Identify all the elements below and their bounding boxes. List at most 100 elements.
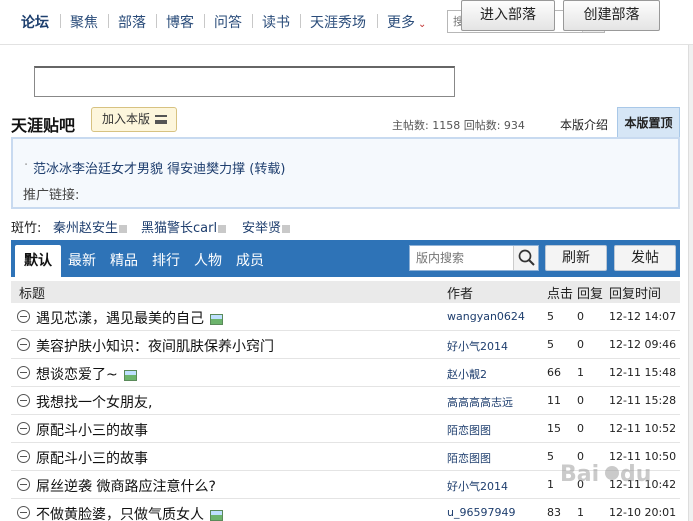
post-replies: 0 bbox=[577, 338, 584, 351]
post-replies: 0 bbox=[577, 394, 584, 407]
post-status-icon bbox=[17, 422, 30, 435]
post-author[interactable]: 陌恋图图 bbox=[447, 422, 491, 438]
moderator-link[interactable]: 黑猫警长carl bbox=[141, 217, 227, 236]
nav-item-blog[interactable]: 博客 bbox=[166, 12, 194, 32]
post-author[interactable]: 好小气2014 bbox=[447, 478, 508, 494]
board-title: 天涯贴吧 bbox=[11, 116, 76, 135]
post-reply-time: 12-12 09:46 bbox=[609, 338, 677, 351]
tab-ranking[interactable]: 排行 bbox=[152, 250, 180, 270]
image-icon bbox=[210, 509, 223, 521]
nav-item-focus[interactable]: 聚焦 bbox=[70, 12, 98, 32]
enter-tribe-button[interactable]: 进入部落 bbox=[461, 0, 555, 31]
column-title: 标题 bbox=[19, 287, 46, 302]
post-title-text: 原配斗小三的故事 bbox=[36, 451, 148, 467]
post-clicks: 11 bbox=[547, 394, 561, 407]
chevron-down-icon: ⌄ bbox=[418, 19, 427, 30]
join-board-button[interactable]: 加入本版 bbox=[91, 107, 177, 132]
nav-separator bbox=[204, 14, 205, 28]
post-author[interactable]: wangyan0624 bbox=[447, 310, 525, 323]
post-reply-time: 12-11 15:48 bbox=[609, 366, 677, 379]
nav-item-qa[interactable]: 问答 bbox=[214, 12, 242, 32]
tab-featured[interactable]: 精品 bbox=[110, 250, 138, 270]
post-author[interactable]: 陌恋图图 bbox=[447, 450, 491, 466]
tab-members[interactable]: 成员 bbox=[236, 250, 264, 270]
tab-board-intro[interactable]: 本版介绍 bbox=[560, 116, 608, 133]
board-search-input[interactable] bbox=[410, 246, 513, 270]
column-reply-time: 回复时间 bbox=[609, 287, 662, 302]
post-title-text: 我想找一个女朋友, bbox=[36, 395, 153, 411]
post-status-icon bbox=[17, 338, 30, 351]
post-status-icon bbox=[17, 310, 30, 323]
image-icon bbox=[123, 369, 137, 381]
post-status-icon bbox=[17, 450, 30, 463]
post-reply-time: 12-11 10:52 bbox=[609, 422, 677, 435]
post-replies: 0 bbox=[577, 310, 584, 323]
post-reply-time: 12-11 15:28 bbox=[609, 394, 677, 407]
new-post-button[interactable]: 发帖 bbox=[614, 245, 676, 271]
post-replies: 1 bbox=[577, 366, 584, 379]
nav-divider bbox=[0, 44, 693, 45]
tab-board-pinned[interactable]: 本版置顶 bbox=[617, 107, 680, 137]
create-tribe-button[interactable]: 创建部落 bbox=[563, 0, 660, 31]
tab-latest[interactable]: 最新 bbox=[68, 250, 96, 270]
table-row[interactable]: 想谈恋爱了~ 赵小靓2 66 1 12-11 15:48 bbox=[11, 359, 680, 387]
moderator-badge-icon bbox=[282, 224, 291, 233]
image-icon bbox=[210, 313, 223, 325]
moderator-link[interactable]: 安举贤 bbox=[242, 217, 291, 236]
moderator-badge-icon bbox=[119, 224, 128, 233]
post-author[interactable]: 赵小靓2 bbox=[447, 366, 487, 382]
post-title[interactable]: 不做黄脸婆，只做气质女人 bbox=[36, 504, 223, 521]
nav-item-forum[interactable]: 论坛 bbox=[21, 12, 49, 32]
post-title[interactable]: 原配斗小三的故事 bbox=[36, 420, 148, 440]
post-tab-bar: 默认 最新 精品 排行 人物 成员 刷新 发帖 bbox=[11, 240, 680, 277]
post-reply-time: 12-12 14:07 bbox=[609, 310, 677, 323]
promo-label: 推广链接: bbox=[23, 188, 80, 203]
post-status-icon bbox=[17, 394, 30, 407]
tribe-name-input[interactable] bbox=[34, 66, 455, 97]
table-row[interactable]: 我想找一个女朋友, 高高高高志远 11 0 12-11 15:28 bbox=[11, 387, 680, 415]
post-title[interactable]: 美容护肤小知识：夜间肌肤保养小窍门 bbox=[36, 336, 274, 356]
tab-default[interactable]: 默认 bbox=[15, 245, 61, 277]
baidu-watermark-icon: Bai du bbox=[560, 462, 651, 487]
post-status-icon bbox=[17, 478, 30, 491]
nav-separator bbox=[60, 14, 61, 28]
nav-item-reading[interactable]: 读书 bbox=[262, 12, 290, 32]
post-title[interactable]: 想谈恋爱了~ bbox=[36, 364, 137, 384]
table-row[interactable]: 原配斗小三的故事 陌恋图图 15 0 12-11 10:52 bbox=[11, 415, 680, 443]
post-title[interactable]: 我想找一个女朋友, bbox=[36, 392, 152, 412]
post-author[interactable]: 好小气2014 bbox=[447, 338, 508, 354]
nav-separator bbox=[108, 14, 109, 28]
post-title[interactable]: 遇见芯漾，遇见最美的自己 bbox=[36, 308, 223, 328]
post-author[interactable]: u_96597949 bbox=[447, 506, 515, 519]
watermark-logo: Bai du bbox=[558, 453, 683, 513]
post-title[interactable]: 原配斗小三的故事 bbox=[36, 448, 148, 468]
nav-item-show[interactable]: 天涯秀场 bbox=[310, 12, 366, 32]
moderator-link[interactable]: 秦州赵安生 bbox=[53, 217, 128, 236]
notice-link[interactable]: 范冰冰李治廷女才男貌 得安迪樊力撑 (转载) bbox=[24, 158, 285, 177]
column-replies: 回复 bbox=[577, 287, 604, 302]
board-search-button[interactable] bbox=[513, 246, 538, 270]
menu-icon bbox=[155, 115, 167, 124]
scrollbar[interactable] bbox=[688, 45, 693, 521]
moderators-label: 斑竹: bbox=[11, 221, 42, 236]
moderator-name: 黑猫警长carl bbox=[141, 221, 218, 236]
post-title[interactable]: 屌丝逆袭 微商路应注意什么? bbox=[36, 476, 216, 496]
refresh-button[interactable]: 刷新 bbox=[545, 245, 607, 271]
nav-separator bbox=[300, 14, 301, 28]
post-title-text: 原配斗小三的故事 bbox=[36, 423, 148, 439]
nav-item-tribe[interactable]: 部落 bbox=[118, 12, 146, 32]
post-author[interactable]: 高高高高志远 bbox=[447, 394, 513, 410]
nav-separator bbox=[252, 14, 253, 28]
tab-people[interactable]: 人物 bbox=[194, 250, 222, 270]
post-clicks: 5 bbox=[547, 338, 554, 351]
board-search bbox=[409, 245, 539, 271]
table-row[interactable]: 遇见芯漾，遇见最美的自己 wangyan0624 5 0 12-12 14:07 bbox=[11, 303, 680, 331]
post-title-text: 不做黄脸婆，只做气质女人 bbox=[36, 507, 204, 521]
post-clicks: 15 bbox=[547, 422, 561, 435]
table-row[interactable]: 美容护肤小知识：夜间肌肤保养小窍门 好小气2014 5 0 12-12 09:46 bbox=[11, 331, 680, 359]
moderator-name: 秦州赵安生 bbox=[53, 221, 119, 236]
moderator-name: 安举贤 bbox=[242, 221, 282, 236]
table-header: 标题 作者 点击 回复 回复时间 bbox=[11, 281, 680, 303]
svg-text:Bai: Bai bbox=[560, 462, 599, 487]
nav-item-more[interactable]: 更多 ⌄ bbox=[387, 12, 426, 32]
